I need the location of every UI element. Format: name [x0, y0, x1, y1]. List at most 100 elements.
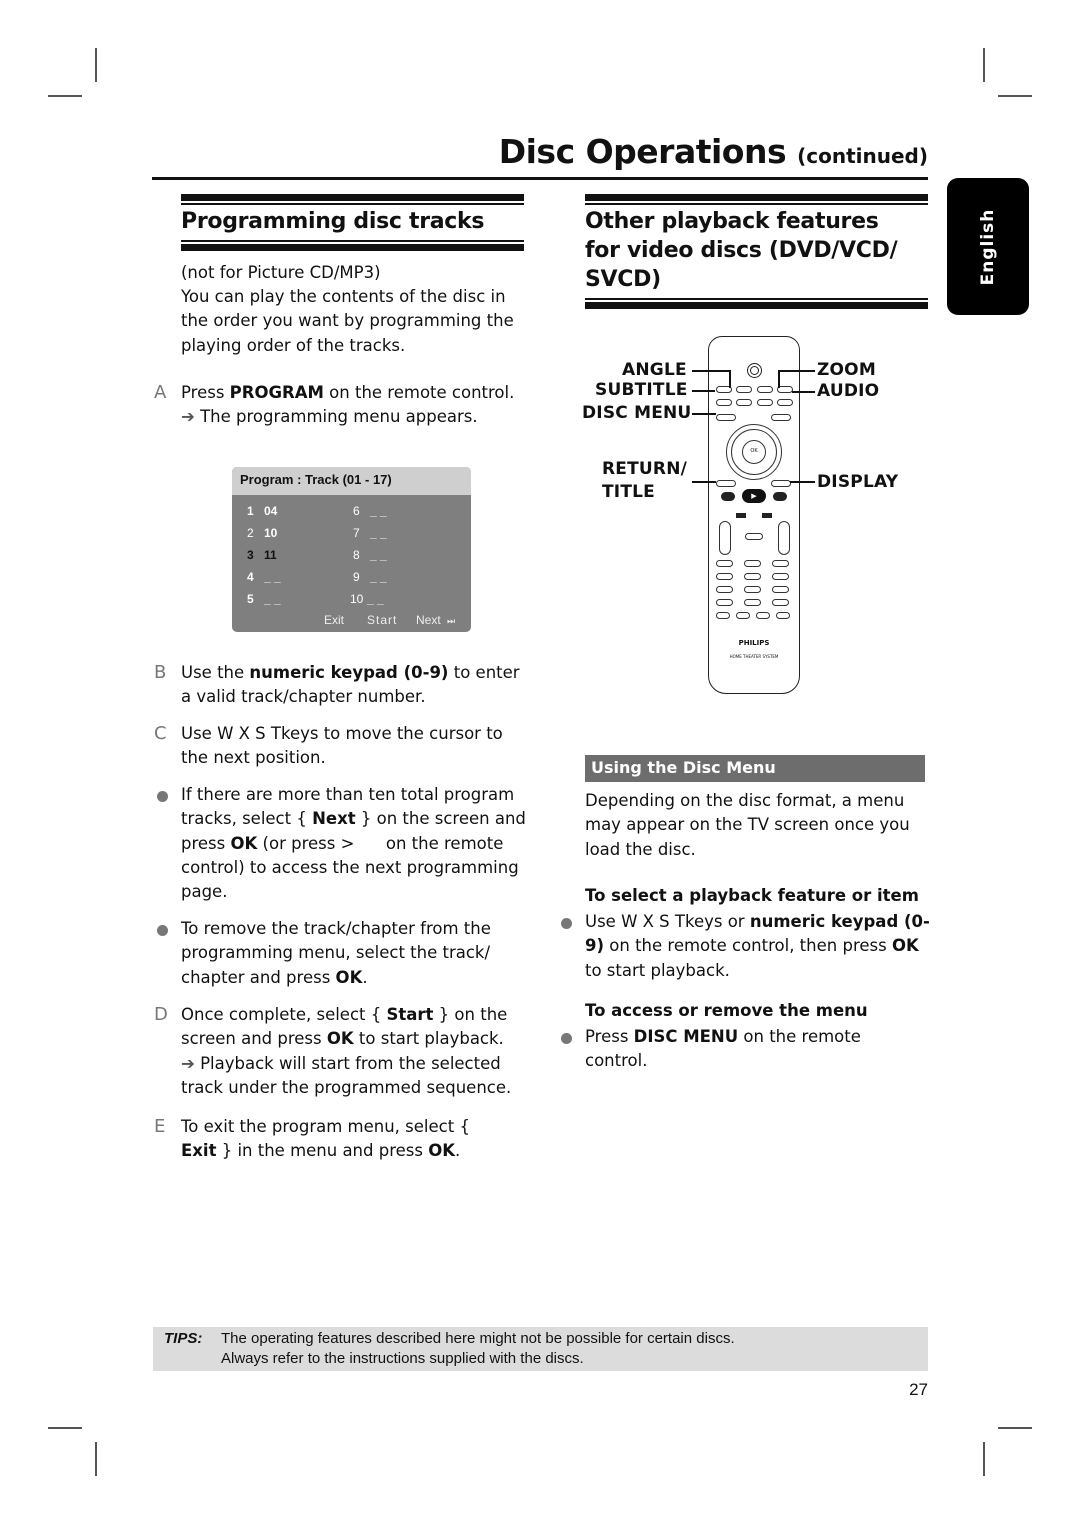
- note-text: (not for Picture CD/MP3): [181, 263, 381, 282]
- step-marker: D: [154, 1004, 168, 1025]
- keypad-button: [772, 573, 789, 580]
- program-slot[interactable]: 1 04: [247, 504, 277, 518]
- leader-line: [692, 370, 730, 372]
- remote-brand: PHILIPS: [738, 639, 770, 647]
- disc-menu-button: [716, 414, 736, 421]
- program-slot[interactable]: 7 _ _: [353, 526, 387, 540]
- repeat-button: [772, 599, 789, 606]
- step-marker: E: [154, 1116, 166, 1137]
- tips-line: Always refer to the instructions supplie…: [221, 1350, 584, 1367]
- crop-mark: [998, 95, 1032, 97]
- slot-number: 1: [247, 504, 254, 518]
- section-rule-bottom: [181, 240, 524, 251]
- program-slot-selected[interactable]: 3 11: [247, 548, 277, 562]
- step-b-text: Use the: [181, 663, 250, 682]
- step-b-key: numeric keypad (0-9): [249, 663, 449, 682]
- slot-value: _ _: [264, 592, 281, 606]
- bullet-select-feature: Use W X S Tkeys or numeric keypad (0-9) …: [561, 910, 930, 983]
- slot-value: _ _: [367, 592, 384, 606]
- page-title-suffix: (continued): [797, 144, 928, 168]
- bullet-text: Press: [585, 1027, 634, 1046]
- ok-button: OK: [742, 440, 766, 464]
- slot-number: 7: [353, 526, 360, 540]
- step-d-result: Playback will start from the selected tr…: [181, 1053, 512, 1097]
- label-title: TITLE: [602, 482, 655, 502]
- label-disc-menu: DISC MENU: [582, 403, 692, 423]
- zoom-button: [757, 399, 773, 406]
- bullet-key: OK: [335, 967, 363, 987]
- slot-value: 10: [264, 526, 278, 540]
- tips-text: The operating features described here mi…: [221, 1329, 735, 1369]
- display-button: [771, 480, 791, 487]
- access-menu-heading: To access or remove the menu: [585, 1001, 868, 1020]
- slot-number: 10: [350, 592, 364, 606]
- bullet-icon: [157, 791, 168, 802]
- bullet-access-menu: Press DISC MENU on the remote control.: [561, 1025, 895, 1074]
- bullet-remove-track: To remove the track/chapter from the pro…: [157, 917, 516, 990]
- bullet-next-page: If there are more than ten total program…: [157, 783, 526, 904]
- section-heading-programming: Programming disc tracks: [181, 209, 485, 234]
- program-menu-title: Program : Track (01 - 17): [232, 467, 471, 495]
- step-e-key: OK: [428, 1141, 456, 1161]
- bullet-icon: [561, 918, 572, 929]
- leader-line: [692, 481, 716, 483]
- remote-model: HOME THEATER SYSTEM: [729, 654, 779, 659]
- slot-number: 5: [247, 592, 254, 606]
- step-a: A Press PROGRAM on the remote control. ➔…: [154, 381, 526, 430]
- slot-number: 8: [353, 548, 360, 562]
- intro-text: You can play the contents of the disc in…: [181, 287, 514, 355]
- step-e: E To exit the program menu, select { Exi…: [154, 1115, 481, 1164]
- select-feature-heading: To select a playback feature or item: [585, 886, 919, 905]
- angle-button: [736, 399, 752, 406]
- subsection-title-bar: Using the Disc Menu: [585, 755, 925, 782]
- step-marker: B: [154, 662, 167, 683]
- step-a-text-end: on the remote control.: [323, 383, 515, 402]
- program-slot[interactable]: 8 _ _: [353, 548, 387, 562]
- program-start-button[interactable]: Start: [367, 613, 397, 627]
- program-button: [716, 599, 733, 606]
- program-slot[interactable]: 5 _ _: [247, 592, 281, 606]
- bullet-text: to start playback.: [585, 960, 730, 980]
- stop-button: [762, 513, 772, 518]
- program-next-label: Next: [416, 613, 441, 627]
- leader-line: [790, 481, 815, 483]
- keypad-button: [744, 586, 761, 593]
- keypad-button: [744, 573, 761, 580]
- ok-label: OK: [750, 448, 758, 454]
- bullet-icon: [157, 925, 168, 936]
- slot-number: 2: [247, 526, 254, 540]
- tv-vol-rocker: [778, 521, 790, 555]
- power-icon-inner: [750, 366, 759, 375]
- bullet-text: Use W X S Tkeys or: [585, 912, 750, 931]
- step-e-text: To exit the program menu, select {: [181, 1117, 470, 1136]
- mute-button: [745, 533, 763, 540]
- step-b: B Use the numeric keypad (0-9) to enter …: [154, 661, 526, 710]
- step-e-text: } in the menu and press: [216, 1141, 429, 1161]
- program-slot[interactable]: 2 10: [247, 526, 277, 540]
- keypad-button: [772, 586, 789, 593]
- step-e-key: Exit: [181, 1141, 217, 1161]
- program-exit-button[interactable]: Exit: [324, 613, 344, 627]
- label-return: RETURN/: [602, 459, 688, 479]
- crop-mark: [48, 95, 82, 97]
- bullet-key: DISC MENU: [633, 1027, 739, 1046]
- program-slot[interactable]: 9 _ _: [353, 570, 387, 584]
- step-a-key: PROGRAM: [229, 383, 324, 402]
- arrow-icon: ➔: [181, 407, 195, 427]
- return-title-button: [716, 480, 736, 487]
- program-next-button[interactable]: Next ⏭: [416, 613, 455, 627]
- next-track-icon: ⏭: [447, 616, 456, 626]
- program-slot[interactable]: 4 _ _: [247, 570, 281, 584]
- keypad-button: [744, 599, 761, 606]
- step-d-key: Start: [386, 1005, 434, 1024]
- setup-button: [771, 414, 791, 421]
- slot-value: _ _: [370, 526, 387, 540]
- leader-line: [779, 370, 815, 372]
- disc-menu-intro: Depending on the disc format, a menu may…: [585, 791, 910, 859]
- program-slot[interactable]: 6 _ _: [353, 504, 387, 518]
- slot-value: _ _: [370, 570, 387, 584]
- label-display: DISPLAY: [817, 472, 899, 492]
- next-button: [773, 492, 787, 501]
- vol-rocker: [719, 521, 731, 555]
- program-slot[interactable]: 10 _ _: [350, 592, 384, 606]
